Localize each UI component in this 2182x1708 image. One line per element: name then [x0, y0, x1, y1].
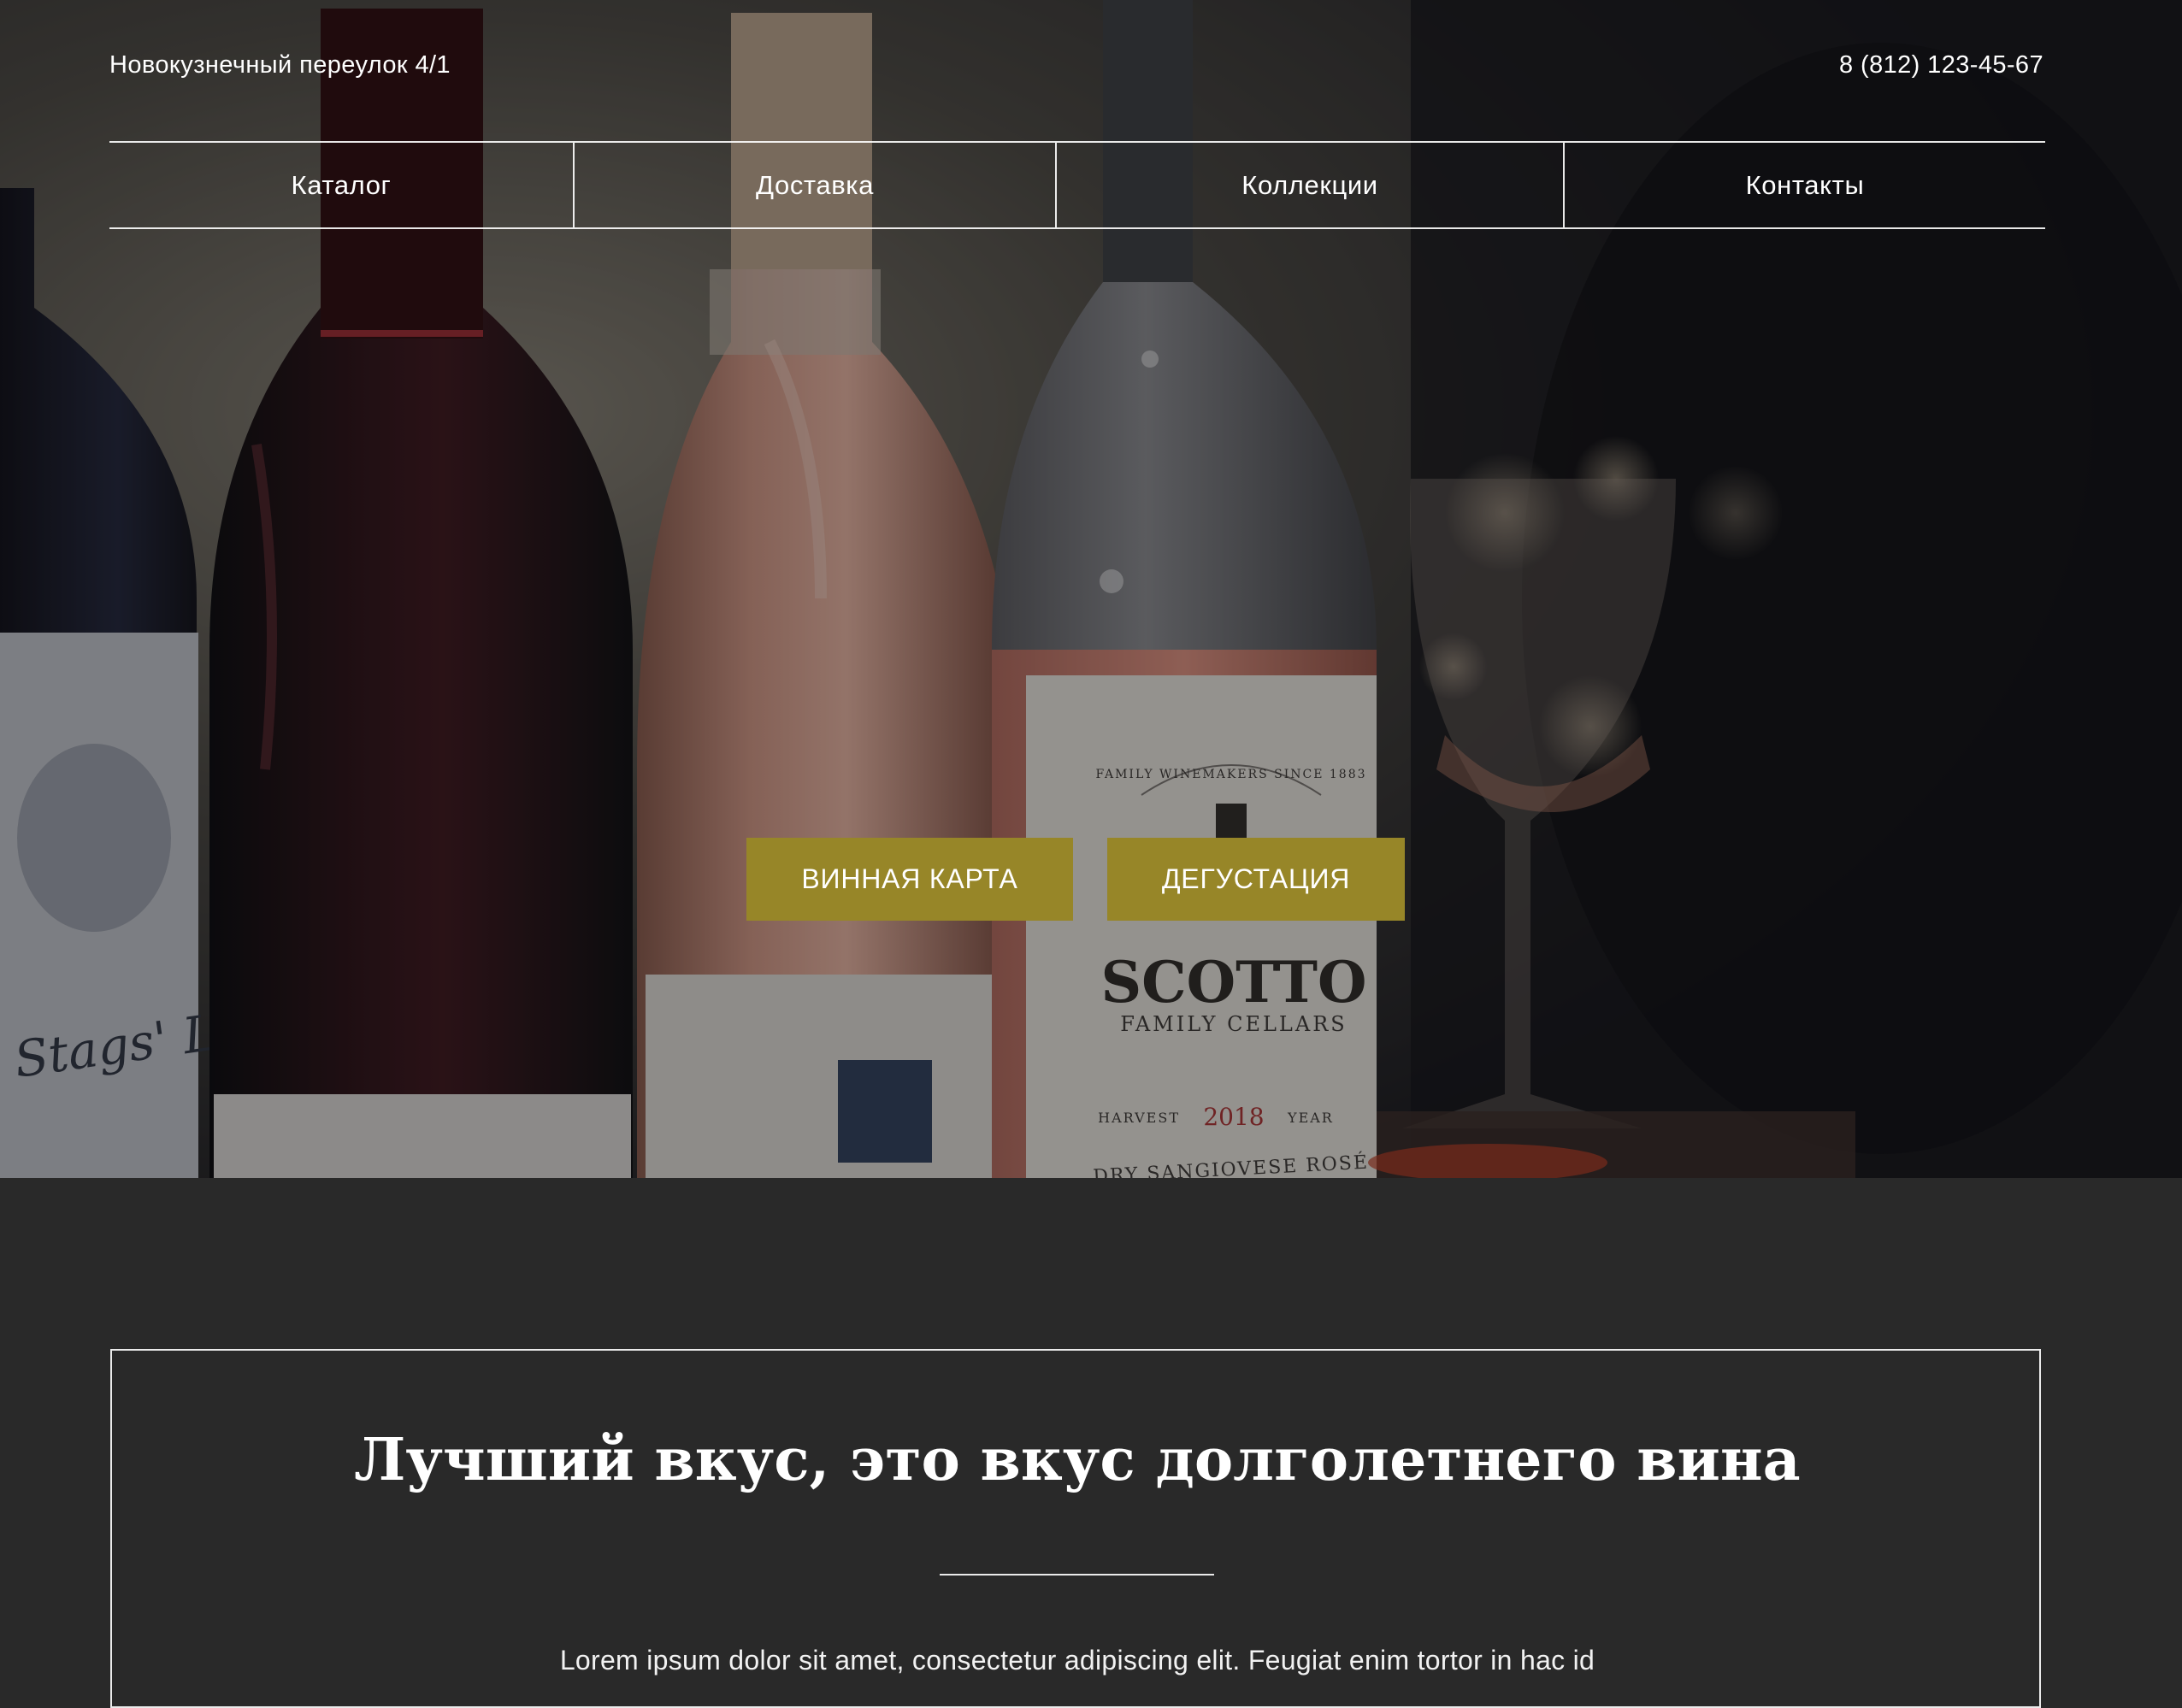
headline-divider: [940, 1574, 1214, 1575]
phone-link[interactable]: 8 (812) 123-45-67: [1839, 51, 2043, 80]
wine-list-button[interactable]: ВИННАЯ КАРТА: [746, 838, 1073, 921]
nav-item-collections[interactable]: Коллекции: [1055, 143, 1563, 227]
nav-item-delivery[interactable]: Доставка: [573, 143, 1055, 227]
main-navigation: Каталог Доставка Коллекции Контакты: [109, 141, 2045, 229]
top-bar: Новокузнечный переулок 4/1 8 (812) 123-4…: [109, 48, 2043, 85]
tasting-button[interactable]: ДЕГУСТАЦИЯ: [1107, 838, 1405, 921]
address-text: Новокузнечный переулок 4/1: [109, 51, 451, 79]
about-headline: Лучший вкус, это вкус долголетнего вина: [354, 1426, 1801, 1494]
about-text: Lorem ipsum dolor sit amet, consectetur …: [559, 1645, 1595, 1676]
nav-item-contacts[interactable]: Контакты: [1563, 143, 2045, 227]
nav-item-catalog[interactable]: Каталог: [109, 143, 573, 227]
hero-section: Stags' Leap FAMILY WINEMAKERS SINCE 1883…: [0, 0, 2182, 1178]
